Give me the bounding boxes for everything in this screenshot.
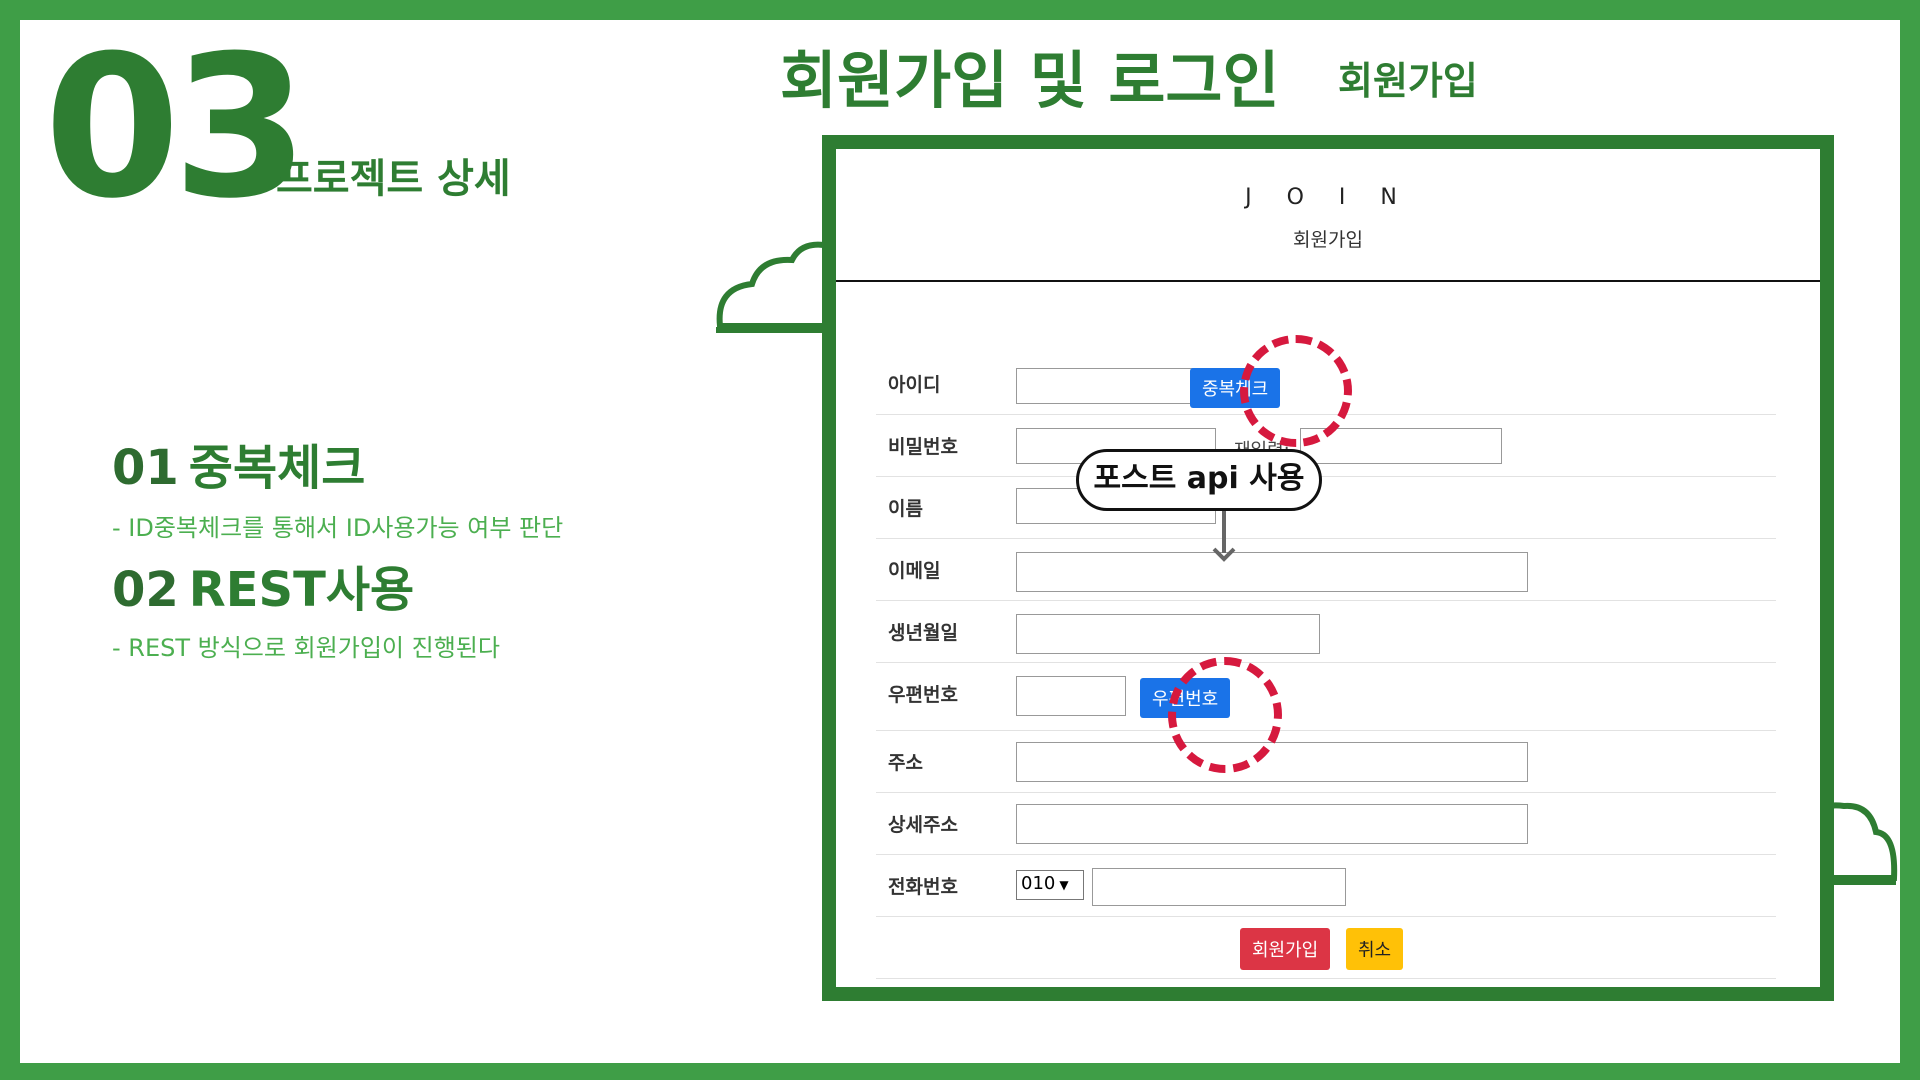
form-screenshot: J O I N 회원가입 아이디 중복체크 비밀번호 재입력: 이름 이메일 — [822, 135, 1834, 1001]
callout-bubble: 포스트 api 사용 — [1076, 449, 1322, 511]
zipcode-input[interactable] — [1016, 676, 1126, 716]
form-row-address: 주소 — [876, 730, 1776, 793]
form-row-address-detail: 상세주소 — [876, 792, 1776, 855]
address-label: 주소 — [888, 752, 923, 774]
address-detail-input[interactable] — [1016, 804, 1528, 844]
phone-input[interactable] — [1092, 868, 1346, 906]
feature-number-2: 02 — [112, 562, 179, 618]
address-detail-label: 상세주소 — [888, 814, 958, 836]
name-label: 이름 — [888, 498, 923, 520]
form-row-actions: 회원가입 취소 — [876, 916, 1776, 979]
id-label: 아이디 — [888, 374, 941, 396]
form-row-email: 이메일 — [876, 538, 1776, 601]
slide-title: 회원가입 및 로그인 — [780, 44, 1280, 117]
birth-input[interactable] — [1016, 614, 1320, 654]
submit-button[interactable]: 회원가입 — [1240, 928, 1331, 970]
phone-label: 전화번호 — [888, 876, 958, 898]
form-row-name: 이름 — [876, 476, 1776, 539]
feature-number-1: 01 — [112, 440, 179, 496]
highlight-circle-zipcode — [1168, 657, 1282, 773]
divider — [836, 280, 1820, 282]
join-heading: J O I N — [1245, 185, 1411, 210]
arrow-down-icon — [1212, 547, 1236, 562]
section-number: 03 — [44, 14, 309, 242]
feature-desc-2: - REST 방식으로 회원가입이 진행된다 — [112, 634, 500, 662]
cancel-button[interactable]: 취소 — [1346, 928, 1404, 970]
highlight-circle-dup-check — [1240, 335, 1352, 447]
slide-subtitle: 회원가입 — [1338, 59, 1478, 103]
birth-label: 생년월일 — [888, 622, 958, 644]
section-title: 프로젝트 상세 — [276, 156, 511, 202]
feature-title-1: 01 중복체크 — [112, 428, 365, 498]
join-subheading: 회원가입 — [1293, 229, 1363, 251]
form-row-zipcode: 우편번호 우편번호 — [876, 662, 1776, 731]
form-row-birth: 생년월일 — [876, 600, 1776, 663]
email-input[interactable] — [1016, 552, 1528, 592]
email-label: 이메일 — [888, 560, 941, 582]
id-input[interactable] — [1016, 368, 1216, 404]
address-input[interactable] — [1016, 742, 1528, 782]
feature-title-2: 02 REST사용 — [112, 550, 414, 620]
password-label: 비밀번호 — [888, 436, 958, 458]
feature-name-1: 중복체크 — [188, 440, 366, 496]
slide: 03 프로젝트 상세 회원가입 및 로그인 회원가입 01 중복체크 - ID중복… — [20, 20, 1900, 1063]
feature-desc-1: - ID중복체크를 통해서 ID사용가능 여부 판단 — [112, 514, 564, 542]
zipcode-label: 우편번호 — [888, 684, 958, 706]
phone-prefix-value: 010 — [1021, 873, 1056, 894]
form-row-phone: 전화번호 010 ▼ — [876, 854, 1776, 917]
feature-name-2: REST사용 — [188, 562, 415, 618]
chevron-down-icon: ▼ — [1059, 878, 1069, 892]
phone-prefix-select[interactable]: 010 ▼ — [1016, 870, 1084, 900]
